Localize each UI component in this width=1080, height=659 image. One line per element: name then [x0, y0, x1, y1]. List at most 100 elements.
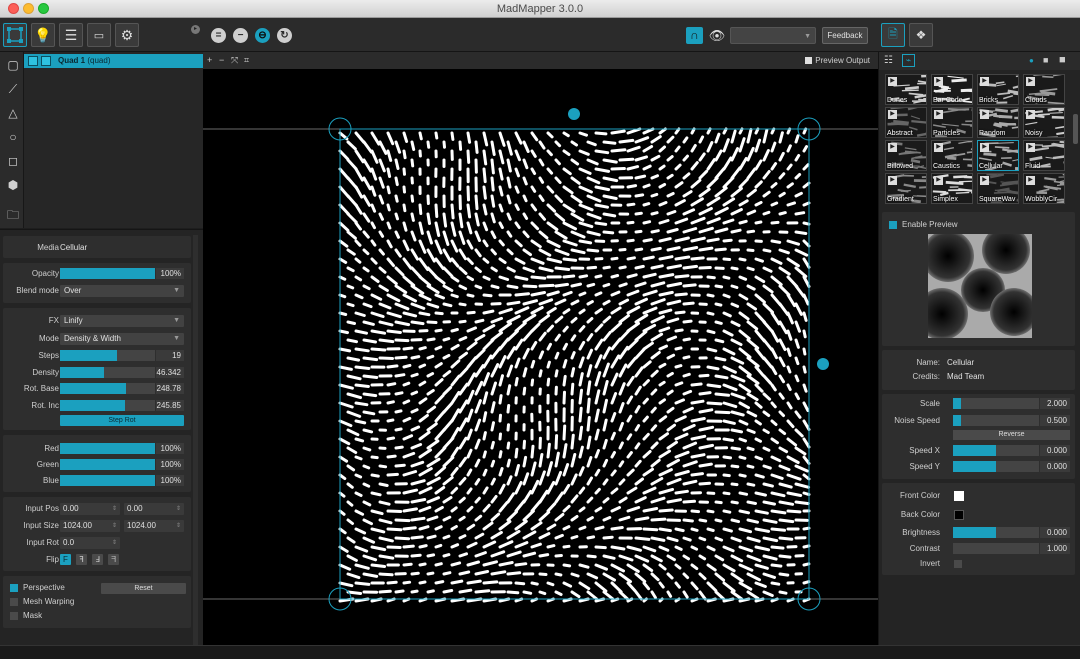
preview-output-toggle[interactable]: Preview Output: [805, 56, 870, 65]
list-view-icon[interactable]: ☷: [884, 55, 893, 66]
panel-scrollbar[interactable]: [193, 235, 198, 645]
flip-none-button[interactable]: F: [60, 554, 71, 565]
green-slider[interactable]: [60, 459, 155, 470]
flip-horizontal-button[interactable]: ꟻ: [76, 554, 87, 565]
circle-tool-icon[interactable]: ○: [5, 129, 21, 145]
play-icon[interactable]: ▶: [1026, 77, 1035, 86]
contrast-slider[interactable]: [953, 543, 1039, 554]
blend-mode-select[interactable]: Over ▼: [60, 285, 184, 297]
mesh-tool-icon[interactable]: ◻: [5, 153, 21, 169]
input-size-x-field[interactable]: 1024.00 ⇕: [60, 520, 120, 532]
back-color-swatch[interactable]: [954, 510, 964, 520]
rotate-button[interactable]: ↻: [277, 28, 292, 43]
library-thumb-cellular[interactable]: ▶ Cellular: [977, 140, 1019, 171]
steps-slider[interactable]: [60, 350, 155, 361]
play-icon[interactable]: ▶: [1026, 143, 1035, 152]
library-thumb-billowed[interactable]: ▶ Billowed: [885, 140, 927, 171]
fx-select[interactable]: Linify ▼: [60, 315, 184, 327]
red-value[interactable]: 100%: [156, 443, 184, 454]
brightness-slider[interactable]: [953, 527, 1039, 538]
play-icon[interactable]: ▶: [934, 176, 943, 185]
small-grid-icon[interactable]: ■: [1043, 55, 1048, 65]
perspective-checkbox[interactable]: [10, 584, 18, 592]
speed-y-slider[interactable]: [953, 461, 1039, 472]
green-value[interactable]: 100%: [156, 459, 184, 470]
large-grid-icon[interactable]: ■: [1059, 54, 1066, 66]
play-icon[interactable]: ▶: [980, 77, 989, 86]
library-thumb-gradient[interactable]: ▶ Gradient: [885, 173, 927, 204]
align-minus-button[interactable]: −: [233, 28, 248, 43]
front-color-swatch[interactable]: [954, 491, 964, 501]
mesh-warping-checkbox[interactable]: [10, 598, 18, 606]
play-icon[interactable]: ▶: [888, 176, 897, 185]
zoom-in-icon[interactable]: +: [207, 55, 212, 65]
play-icon[interactable]: ▶: [888, 110, 897, 119]
red-slider[interactable]: [60, 443, 155, 454]
contrast-value[interactable]: 1.000: [1040, 543, 1070, 554]
blue-value[interactable]: 100%: [156, 475, 184, 486]
noise-speed-value[interactable]: 0.500: [1040, 415, 1070, 426]
noise-speed-slider[interactable]: [953, 415, 1039, 426]
input-pos-x-field[interactable]: 0.00 ⇕: [60, 503, 120, 515]
list-mode-button[interactable]: ☰: [59, 23, 83, 47]
library-thumb-simplex[interactable]: ▶ Simplex: [931, 173, 973, 204]
play-icon[interactable]: ▶: [980, 143, 989, 152]
preview-output-checkbox[interactable]: [805, 57, 813, 64]
library-thumb-bar code[interactable]: ▶ Bar Code: [931, 74, 973, 105]
stage-canvas[interactable]: [203, 69, 878, 645]
density-value[interactable]: 46.342: [156, 367, 184, 378]
reverse-button[interactable]: Reverse: [953, 430, 1070, 440]
line-tool-icon[interactable]: ⟋: [5, 81, 21, 97]
library-thumb-bricks[interactable]: ▶ Bricks: [977, 74, 1019, 105]
zoom-out-icon[interactable]: −: [219, 55, 224, 65]
play-icon[interactable]: ▶: [888, 77, 897, 86]
expand-arrow-icon[interactable]: ▸: [191, 25, 200, 34]
opacity-value[interactable]: 100%: [156, 268, 184, 279]
lock-toggle[interactable]: [41, 56, 51, 66]
magnet-snap-button[interactable]: ∩: [686, 27, 703, 44]
fx-mode-select[interactable]: Density & Width ▼: [60, 333, 184, 345]
media-library-button[interactable]: 🗎: [881, 23, 905, 47]
blue-slider[interactable]: [60, 475, 155, 486]
density-slider[interactable]: [60, 367, 155, 378]
library-scrollbar[interactable]: [1073, 114, 1078, 144]
library-thumb-dunes[interactable]: ▶ Dunes: [885, 74, 927, 105]
surface-row-quad-1[interactable]: Quad 1 (quad): [24, 54, 203, 68]
speed-y-value[interactable]: 0.000: [1040, 461, 1070, 472]
enable-preview-checkbox[interactable]: [889, 221, 897, 229]
output-dropdown[interactable]: ▼: [730, 27, 816, 44]
speed-x-slider[interactable]: [953, 445, 1039, 456]
folder-add-icon[interactable]: 🗀: [5, 207, 21, 223]
step-rot-button[interactable]: Step Rot: [60, 415, 184, 426]
align-equal-button[interactable]: =: [211, 28, 226, 43]
eye-icon[interactable]: 👁: [708, 27, 726, 44]
input-rot-field[interactable]: 0.0 ⇕: [60, 537, 120, 549]
play-icon[interactable]: ▶: [1026, 110, 1035, 119]
triangle-tool-icon[interactable]: △: [5, 105, 21, 121]
mask-checkbox[interactable]: [10, 612, 18, 620]
invert-checkbox[interactable]: [954, 560, 962, 568]
rotate-handle[interactable]: [817, 358, 829, 370]
library-thumb-random[interactable]: ▶ Random: [977, 107, 1019, 138]
scale-value[interactable]: 2.000: [1040, 398, 1070, 409]
visibility-toggle[interactable]: [28, 56, 38, 66]
quad-tool-icon[interactable]: ▢: [5, 57, 21, 73]
dot-view-icon[interactable]: ●: [1029, 56, 1034, 65]
rot-inc-slider[interactable]: [60, 400, 155, 411]
opacity-slider[interactable]: [60, 268, 155, 279]
fit-icon[interactable]: ⤧: [231, 55, 238, 66]
input-pos-y-field[interactable]: 0.00 ⇕: [124, 503, 184, 515]
input-size-y-field[interactable]: 1024.00 ⇕: [124, 520, 184, 532]
grid-icon[interactable]: ⌗: [244, 55, 249, 66]
surface-mode-button[interactable]: [3, 23, 27, 47]
play-icon[interactable]: ▶: [1026, 176, 1035, 185]
rot-base-slider[interactable]: [60, 383, 155, 394]
flip-vertical-button[interactable]: Ⅎ: [92, 554, 103, 565]
library-thumb-noisy[interactable]: ▶ Noisy: [1023, 107, 1065, 138]
play-icon[interactable]: ▶: [934, 77, 943, 86]
play-icon[interactable]: ▶: [934, 110, 943, 119]
projector-mode-button[interactable]: ▭: [87, 23, 111, 47]
3d-object-icon[interactable]: ⬢: [5, 177, 21, 193]
library-thumb-abstract[interactable]: ▶ Abstract: [885, 107, 927, 138]
library-thumb-wobblycir[interactable]: ▶ WobblyCir: [1023, 173, 1065, 204]
